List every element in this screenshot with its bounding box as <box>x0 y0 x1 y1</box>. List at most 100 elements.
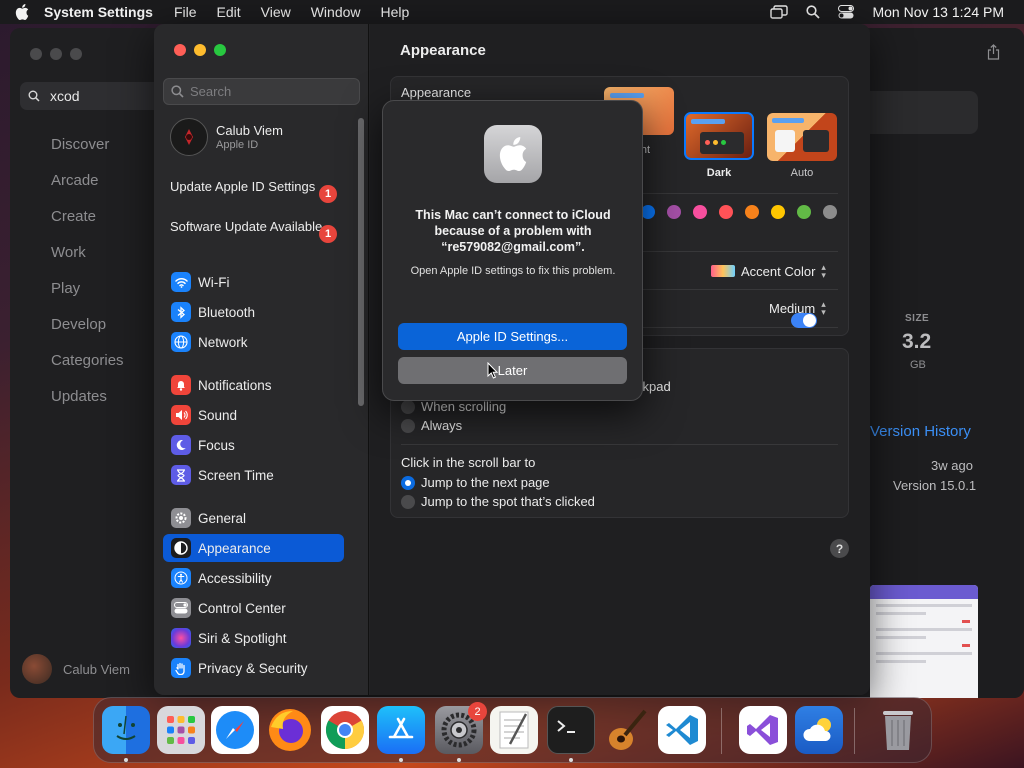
dock-launchpad[interactable] <box>157 706 205 754</box>
menu-window[interactable]: Window <box>311 4 361 20</box>
sidebar-item-bluetooth[interactable]: Bluetooth <box>163 298 344 326</box>
accent-green[interactable] <box>797 205 811 219</box>
apple-id-settings-button[interactable]: Apple ID Settings... <box>398 323 627 350</box>
sidebar-item-accessibility[interactable]: Accessibility <box>163 564 344 592</box>
app-store-nav-arcade[interactable]: Arcade <box>51 171 124 207</box>
highlight-color-popup[interactable]: Accent Color ▴ ▾ <box>711 263 826 280</box>
sidebar-item-network[interactable]: Network <box>163 328 344 356</box>
running-indicator <box>399 758 403 762</box>
dock-trash[interactable] <box>874 706 922 754</box>
sidebar-item-focus[interactable]: Focus <box>163 431 344 459</box>
sidebar-item-screen-time[interactable]: Screen Time <box>163 461 344 489</box>
app-store-nav-categories[interactable]: Categories <box>51 351 124 387</box>
sidebar-item-general[interactable]: General <box>163 504 344 532</box>
sidebar-item-label: Appearance <box>198 540 271 556</box>
radio-label: Always <box>421 418 463 433</box>
terminal-icon <box>557 720 575 733</box>
theme-auto-label: Auto <box>790 167 814 179</box>
highlight-color-value: Accent Color <box>741 263 816 279</box>
dock-chrome[interactable] <box>321 706 369 754</box>
sidebar-item-notifications[interactable]: Notifications <box>163 371 344 399</box>
apple-menu-icon[interactable] <box>0 4 44 20</box>
scroll-always-radio[interactable]: Always <box>401 418 462 433</box>
menu-edit[interactable]: Edit <box>217 4 241 20</box>
app-store-nav-play[interactable]: Play <box>51 279 124 315</box>
screen-mirroring-icon[interactable] <box>770 5 789 19</box>
page-title: Appearance <box>400 42 486 59</box>
scroll-when-scrolling-radio[interactable]: When scrolling <box>401 399 506 414</box>
sidebar-item-control-center[interactable]: Control Center <box>163 594 344 622</box>
icloud-alert-dialog: This Mac can’t connect to iCloud because… <box>382 100 643 401</box>
menu-file[interactable]: File <box>174 4 197 20</box>
accent-pink[interactable] <box>693 205 707 219</box>
app-screenshot-preview[interactable] <box>870 585 978 698</box>
help-button[interactable]: ? <box>830 539 849 558</box>
siri-icon <box>171 628 191 648</box>
sidebar-item-appearance[interactable]: Appearance <box>163 534 344 562</box>
menu-view[interactable]: View <box>261 4 291 20</box>
app-store-nav-create[interactable]: Create <box>51 207 124 243</box>
version-history-link[interactable]: Version History <box>870 423 971 440</box>
accent-orange[interactable] <box>745 205 759 219</box>
sidebar-item-privacy-security[interactable]: Privacy & Security <box>163 654 344 682</box>
accent-blue[interactable] <box>641 205 655 219</box>
gear-icon <box>171 508 191 528</box>
menu-app-name[interactable]: System Settings <box>44 4 153 20</box>
dock-vscode[interactable] <box>658 706 706 754</box>
accent-red[interactable] <box>719 205 733 219</box>
sidebar-item-label: Bluetooth <box>198 304 256 320</box>
theme-dark-thumb[interactable] <box>684 112 754 160</box>
radio-label: When scrolling <box>421 399 507 414</box>
control-center-icon[interactable] <box>838 5 855 19</box>
globe-icon <box>171 332 191 352</box>
accent-purple[interactable] <box>667 205 681 219</box>
hourglass-icon <box>171 465 191 485</box>
sidebar-item-sound[interactable]: Sound <box>163 401 344 429</box>
spotlight-search-icon[interactable] <box>806 5 821 19</box>
menu-help[interactable]: Help <box>381 4 410 20</box>
wallpaper-tinting-toggle[interactable] <box>791 313 817 328</box>
sidebar-item-wifi[interactable]: Wi-Fi <box>163 268 344 296</box>
appearance-label: Appearance <box>401 85 472 100</box>
hand-icon <box>171 658 191 678</box>
dock-visual-studio[interactable] <box>739 706 787 754</box>
sidebar-scrollbar[interactable] <box>358 118 364 406</box>
avatar <box>170 118 208 156</box>
radio-label: Jump to the next page <box>421 475 550 490</box>
traffic-lights <box>174 44 226 56</box>
weather-icon <box>803 718 831 741</box>
app-store-nav-work[interactable]: Work <box>51 243 124 279</box>
accent-graphite[interactable] <box>823 205 837 219</box>
dock-divider <box>854 708 855 754</box>
app-store-nav-discover[interactable]: Discover <box>51 135 124 171</box>
dock-garageband[interactable] <box>603 706 651 754</box>
dock-finder[interactable] <box>102 706 150 754</box>
sidebar-item-siri-spotlight[interactable]: Siri & Spotlight <box>163 624 344 652</box>
dock-app-store[interactable] <box>377 706 425 754</box>
minimize-button[interactable] <box>194 44 206 56</box>
notification-badge: 2 <box>468 702 487 721</box>
later-button[interactable]: Later <box>398 357 627 384</box>
apple-id-account[interactable]: Calub Viem Apple ID <box>170 118 283 156</box>
dock-textedit[interactable] <box>490 706 538 754</box>
app-store-nav-develop[interactable]: Develop <box>51 315 124 351</box>
app-store-nav-updates[interactable]: Updates <box>51 387 124 423</box>
jump-next-page-radio[interactable]: Jump to the next page <box>401 475 550 490</box>
jump-spot-clicked-radio[interactable]: Jump to the spot that’s clicked <box>401 494 595 509</box>
dock-firefox[interactable] <box>266 706 314 754</box>
settings-search-input[interactable] <box>190 84 350 99</box>
dock-terminal[interactable] <box>547 706 595 754</box>
share-icon[interactable] <box>987 44 1000 65</box>
dock-weather[interactable] <box>795 706 843 754</box>
app-store-search-field[interactable]: xcod <box>20 82 170 110</box>
app-store-account[interactable]: Calub Viem <box>22 654 130 684</box>
menu-clock[interactable]: Mon Nov 13 1:24 PM <box>872 4 1004 20</box>
accent-yellow[interactable] <box>771 205 785 219</box>
settings-search-field[interactable] <box>163 78 360 105</box>
dock-safari[interactable] <box>211 706 259 754</box>
radio-label: Jump to the spot that’s clicked <box>421 494 595 509</box>
theme-auto-thumb[interactable] <box>767 113 837 161</box>
zoom-button[interactable] <box>214 44 226 56</box>
close-button[interactable] <box>174 44 186 56</box>
finder-icon <box>116 715 136 740</box>
